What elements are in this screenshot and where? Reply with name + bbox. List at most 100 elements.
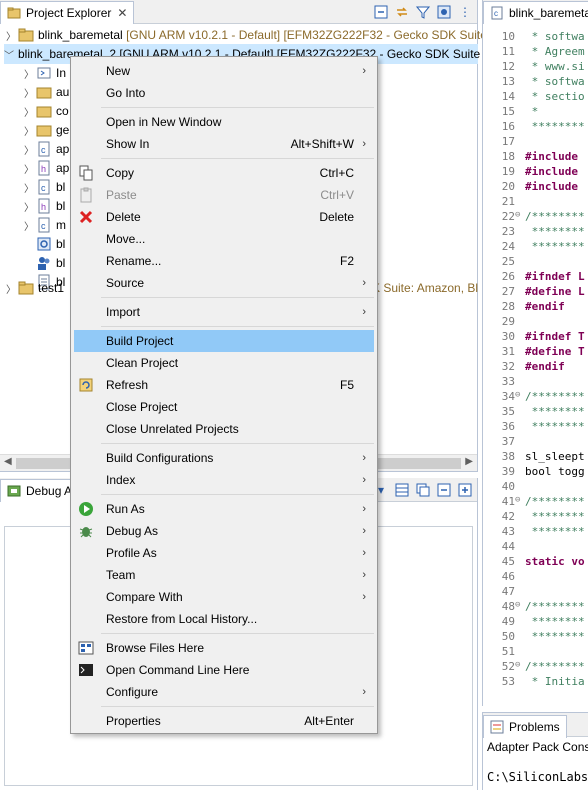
- menu-item-source[interactable]: Source ›: [74, 272, 374, 294]
- menu-item-go-into[interactable]: Go Into: [74, 82, 374, 104]
- menu-item-label: Rename...: [106, 254, 162, 268]
- expand-arrow-icon[interactable]: 〉: [22, 180, 36, 195]
- menu-item-open-in-new-window[interactable]: Open in New Window: [74, 111, 374, 133]
- copy-view-icon[interactable]: [415, 482, 431, 498]
- tab-editor-file[interactable]: c blink_baremetal: [483, 1, 588, 24]
- line-number: 16: [501, 120, 515, 133]
- menu-item-paste[interactable]: Paste Ctrl+V: [74, 184, 374, 206]
- menu-item-close-project[interactable]: Close Project: [74, 396, 374, 418]
- fold-toggle-icon[interactable]: ⊖: [515, 390, 520, 400]
- menu-item-build-configurations[interactable]: Build Configurations ›: [74, 447, 374, 469]
- scroll-right-icon[interactable]: ▶: [465, 456, 473, 467]
- fold-toggle-icon[interactable]: ⊖: [515, 660, 520, 670]
- expand-arrow-icon[interactable]: 〉: [22, 142, 36, 157]
- project-decoration: K Suite: Amazon, Bl: [372, 281, 479, 295]
- menu-item-label: Close Unrelated Projects: [106, 422, 239, 436]
- expand-arrow-icon[interactable]: 〉: [4, 281, 18, 296]
- line-number: 52: [501, 660, 515, 673]
- expand-arrow-icon[interactable]: 〉: [22, 104, 36, 119]
- expand-all-icon[interactable]: [457, 482, 473, 498]
- code-text: #include: [525, 150, 578, 163]
- line-number: 41: [501, 495, 515, 508]
- tree-child[interactable]: 〉 In: [22, 63, 66, 83]
- tab-project-explorer[interactable]: Project Explorer ✕: [0, 1, 135, 24]
- menu-item-import[interactable]: Import ›: [74, 301, 374, 323]
- line-number: 33: [501, 375, 515, 388]
- tree-child[interactable]: 〉 ge: [22, 120, 69, 140]
- code-line: 13 * softwa: [483, 75, 588, 90]
- expand-arrow-icon[interactable]: 〉: [22, 66, 36, 81]
- menu-item-team[interactable]: Team ›: [74, 564, 374, 586]
- menu-item-configure[interactable]: Configure ›: [74, 681, 374, 703]
- tree-child[interactable]: 〉 c bl: [22, 177, 65, 197]
- tree-project-blink-baremetal[interactable]: 〉 blink_baremetal [GNU ARM v10.2.1 - Def…: [4, 25, 490, 45]
- tab-problems[interactable]: Problems: [483, 715, 567, 738]
- code-text: ********: [525, 225, 585, 238]
- collapse-arrow-icon[interactable]: ﹀: [4, 47, 14, 62]
- menu-item-restore-from-local-history[interactable]: Restore from Local History...: [74, 608, 374, 630]
- code-text: #define T: [525, 345, 585, 358]
- code-line: 39 bool togg: [483, 465, 588, 480]
- menu-item-delete[interactable]: Delete Delete: [74, 206, 374, 228]
- line-number: 28: [501, 300, 515, 313]
- link-with-editor-icon[interactable]: [394, 4, 410, 20]
- tree-child[interactable]: bl: [36, 234, 65, 254]
- menu-item-refresh[interactable]: Refresh F5: [74, 374, 374, 396]
- debug-adapter-icon: [7, 485, 21, 497]
- menu-item-debug-as[interactable]: Debug As ›: [74, 520, 374, 542]
- code-text: * sectio: [525, 90, 585, 103]
- collapse-all-icon[interactable]: [373, 4, 389, 20]
- code-line: 51: [483, 645, 588, 660]
- menu-item-browse-files-here[interactable]: Browse Files Here: [74, 637, 374, 659]
- tree-child[interactable]: 〉 c m: [22, 215, 66, 235]
- line-number: 17: [501, 135, 515, 148]
- expand-arrow-icon[interactable]: 〉: [22, 218, 36, 233]
- table-view-icon[interactable]: [394, 482, 410, 498]
- focus-icon[interactable]: [436, 4, 452, 20]
- expand-arrow-icon[interactable]: 〉: [22, 199, 36, 214]
- menu-item-new[interactable]: New ›: [74, 60, 374, 82]
- expand-arrow-icon[interactable]: 〉: [4, 28, 18, 43]
- menu-item-run-as[interactable]: Run As ›: [74, 498, 374, 520]
- scroll-left-icon[interactable]: ◀: [4, 456, 12, 467]
- close-icon[interactable]: ✕: [117, 6, 127, 20]
- menu-item-compare-with[interactable]: Compare With ›: [74, 586, 374, 608]
- tree-child[interactable]: bl: [36, 253, 65, 273]
- expand-arrow-icon[interactable]: 〉: [22, 123, 36, 138]
- code-line: 30 #ifndef T: [483, 330, 588, 345]
- tree-child[interactable]: 〉 h bl: [22, 196, 65, 216]
- tree-project-test1[interactable]: 〉 test1: [4, 278, 64, 298]
- menu-item-copy[interactable]: Copy Ctrl+C: [74, 162, 374, 184]
- fold-toggle-icon[interactable]: ⊖: [515, 495, 520, 505]
- line-number: 42: [501, 510, 515, 523]
- menu-item-rename[interactable]: Rename... F2: [74, 250, 374, 272]
- code-line: 20 #include: [483, 180, 588, 195]
- menu-item-move[interactable]: Move...: [74, 228, 374, 250]
- filter-icon[interactable]: [415, 4, 431, 20]
- tree-child[interactable]: 〉 au: [22, 82, 69, 102]
- menu-item-close-unrelated-projects[interactable]: Close Unrelated Projects: [74, 418, 374, 440]
- menu-item-profile-as[interactable]: Profile As ›: [74, 542, 374, 564]
- menu-item-clean-project[interactable]: Clean Project: [74, 352, 374, 374]
- menu-item-open-command-line-here[interactable]: Open Command Line Here: [74, 659, 374, 681]
- menu-item-properties[interactable]: Properties Alt+Enter: [74, 710, 374, 732]
- tab-debug-adapters[interactable]: Debug A: [0, 479, 80, 502]
- line-number: 53: [501, 675, 515, 688]
- project-name: test1: [38, 281, 65, 295]
- console-title: Adapter Pack Conso: [487, 740, 588, 754]
- expand-arrow-icon[interactable]: 〉: [22, 85, 36, 100]
- fold-toggle-icon[interactable]: ⊖: [515, 210, 520, 220]
- view-menu-icon[interactable]: ⋮: [457, 4, 473, 20]
- tree-child[interactable]: 〉 c ap: [22, 139, 69, 159]
- menu-item-label: Source: [106, 276, 145, 290]
- fold-toggle-icon[interactable]: ⊖: [515, 600, 520, 610]
- tree-child[interactable]: 〉 co: [22, 101, 69, 121]
- expand-arrow-icon[interactable]: 〉: [22, 161, 36, 176]
- tree-child[interactable]: 〉 h ap: [22, 158, 69, 178]
- code-text: ********: [525, 420, 585, 433]
- menu-item-build-project[interactable]: Build Project: [74, 330, 374, 352]
- menu-item-index[interactable]: Index ›: [74, 469, 374, 491]
- submenu-arrow-icon: ›: [362, 547, 366, 559]
- collapse-all-icon[interactable]: [436, 482, 452, 498]
- menu-item-show-in[interactable]: Show In Alt+Shift+W ›: [74, 133, 374, 155]
